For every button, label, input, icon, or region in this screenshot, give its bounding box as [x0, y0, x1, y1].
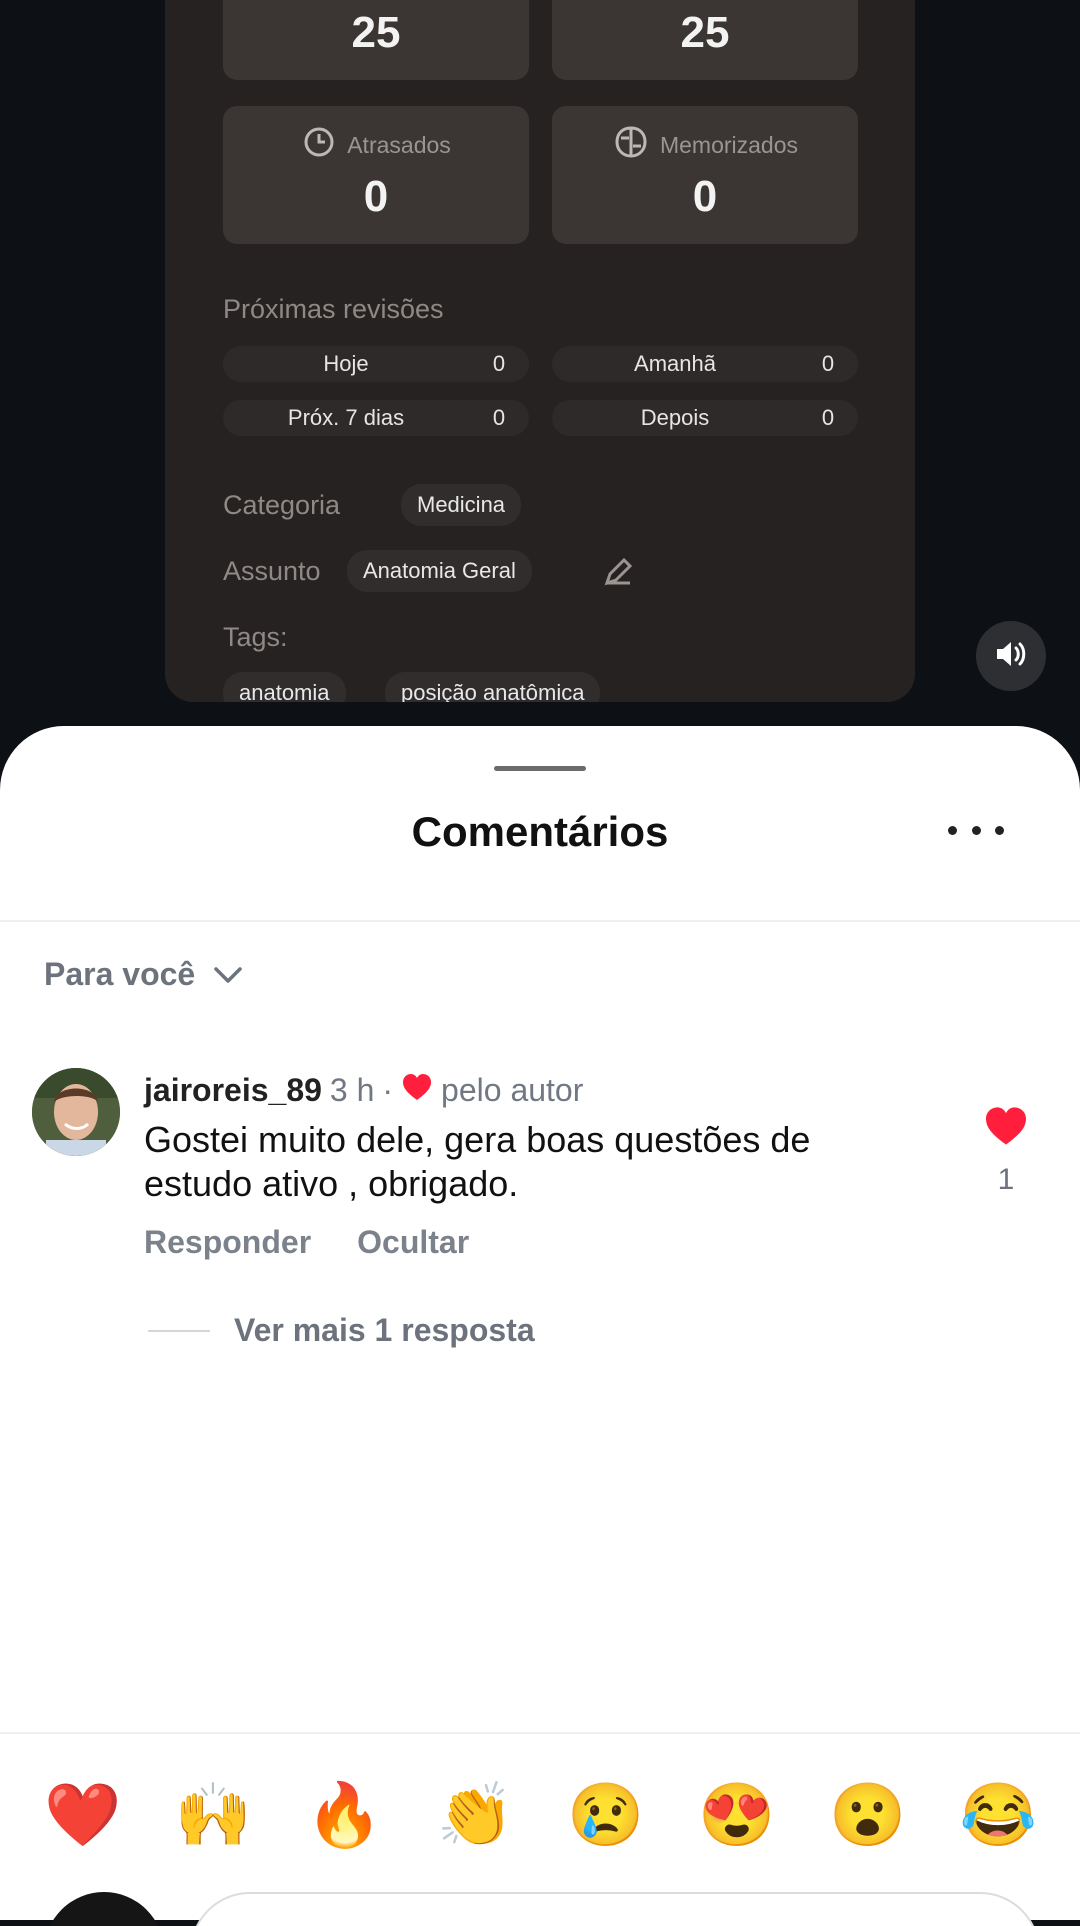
- my-avatar: [44, 1892, 164, 1926]
- comment-text: Gostei muito dele, gera boas questões de…: [144, 1119, 811, 1204]
- review-label: Depois: [640, 405, 710, 430]
- sheet-grabber[interactable]: [494, 766, 586, 771]
- speaker-icon: [994, 639, 1028, 674]
- heart-filled-icon: [983, 1107, 1029, 1150]
- sound-toggle-button[interactable]: [976, 621, 1046, 691]
- comment-input-row: [0, 1886, 1080, 1926]
- like-button[interactable]: 1: [976, 1106, 1036, 1197]
- reviews-title: Próximas revisões: [223, 294, 444, 324]
- category-label: Categoria: [223, 490, 341, 520]
- review-label: Próx. 7 dias: [287, 405, 405, 430]
- more-options-button[interactable]: [948, 818, 1004, 842]
- stat-label: Atrasados: [347, 131, 451, 158]
- view-more-replies-button[interactable]: Ver mais 1 resposta: [148, 1312, 535, 1349]
- tags-label: Tags:: [223, 622, 288, 652]
- subject-chip: Anatomia Geral: [347, 550, 532, 592]
- review-value: 0: [821, 351, 835, 376]
- comment-input[interactable]: [190, 1892, 1040, 1926]
- review-row-amanha: Amanhã 0: [552, 346, 858, 382]
- stat-value: 25: [680, 8, 730, 57]
- emoji-laughing-button[interactable]: 😂: [960, 1778, 1037, 1854]
- chevron-down-icon: [213, 956, 243, 993]
- stat-card: 25: [223, 0, 529, 80]
- review-row-7dias: Próx. 7 dias 0: [223, 400, 529, 436]
- category-chip: Medicina: [401, 484, 522, 526]
- stat-value: 0: [692, 172, 718, 221]
- subject-label: Assunto: [223, 556, 321, 586]
- review-value: 0: [492, 351, 506, 376]
- brain-icon: [612, 124, 650, 166]
- emoji-clap-button[interactable]: 👏: [437, 1778, 514, 1854]
- view-more-replies-label: Ver mais 1 resposta: [234, 1312, 535, 1348]
- review-row-hoje: Hoje 0: [223, 346, 529, 382]
- sort-filter-dropdown[interactable]: Para você: [44, 956, 243, 993]
- reply-thread-line: [148, 1329, 210, 1332]
- emoji-surprised-button[interactable]: 😮: [829, 1778, 906, 1854]
- clock-alert-icon: [301, 124, 337, 166]
- dot: [948, 825, 957, 835]
- tag-chip: posição anatômica: [385, 672, 601, 702]
- emoji-heart-button[interactable]: ❤️: [44, 1778, 121, 1854]
- meta-separator: ·: [382, 1072, 394, 1108]
- video-frame: 25 25 Atrasados 0 Memorizados 0 Próximas…: [165, 0, 915, 702]
- reply-button[interactable]: Responder: [144, 1224, 311, 1261]
- tag-chip: anatomia: [223, 672, 346, 702]
- divider: [0, 1732, 1080, 1734]
- stat-value: 25: [351, 8, 401, 57]
- comment-meta: jairoreis_89 3 h · pelo autor: [144, 1072, 583, 1109]
- hide-button[interactable]: Ocultar: [357, 1224, 469, 1261]
- comment-username[interactable]: jairoreis_89: [144, 1072, 322, 1109]
- divider: [0, 920, 1080, 922]
- emoji-heart-eyes-button[interactable]: 😍: [698, 1778, 775, 1854]
- filter-label: Para você: [44, 956, 196, 992]
- stat-value: 0: [363, 172, 389, 221]
- review-row-depois: Depois 0: [552, 400, 858, 436]
- liked-by-author-label: pelo autor: [441, 1072, 584, 1108]
- review-value: 0: [821, 405, 835, 430]
- edit-pencil-icon: [600, 554, 636, 595]
- emoji-crying-button[interactable]: 😢: [567, 1778, 644, 1854]
- sheet-title: Comentários: [411, 808, 669, 855]
- video-player[interactable]: 25 25 Atrasados 0 Memorizados 0 Próximas…: [0, 0, 1080, 740]
- avatar[interactable]: [32, 1068, 120, 1156]
- review-label: Hoje: [323, 351, 369, 376]
- stat-card-memorizados: Memorizados 0: [552, 106, 858, 244]
- stat-card-atrasados: Atrasados 0: [223, 106, 529, 244]
- comment-time: 3 h: [329, 1072, 375, 1108]
- like-count: 1: [997, 1163, 1015, 1196]
- stat-card: 25: [552, 0, 858, 80]
- emoji-raised-hands-button[interactable]: 🙌: [175, 1778, 252, 1854]
- comment-actions: Responder Ocultar: [144, 1224, 469, 1261]
- review-label: Amanhã: [634, 351, 716, 376]
- dot: [971, 825, 981, 835]
- quick-emoji-bar: ❤️ 🙌 🔥 👏 😢 😍 😮 😂: [44, 1778, 1037, 1854]
- dot: [995, 825, 1004, 835]
- comments-sheet: Comentários Para você jairoreis_89 3 h ·: [0, 726, 1080, 1926]
- emoji-fire-button[interactable]: 🔥: [306, 1778, 383, 1854]
- review-value: 0: [492, 405, 506, 430]
- comment-item: jairoreis_89 3 h · pelo autor Gostei mui…: [32, 1068, 1048, 1328]
- heart-icon: [401, 1072, 433, 1109]
- stat-label: Memorizados: [659, 131, 799, 158]
